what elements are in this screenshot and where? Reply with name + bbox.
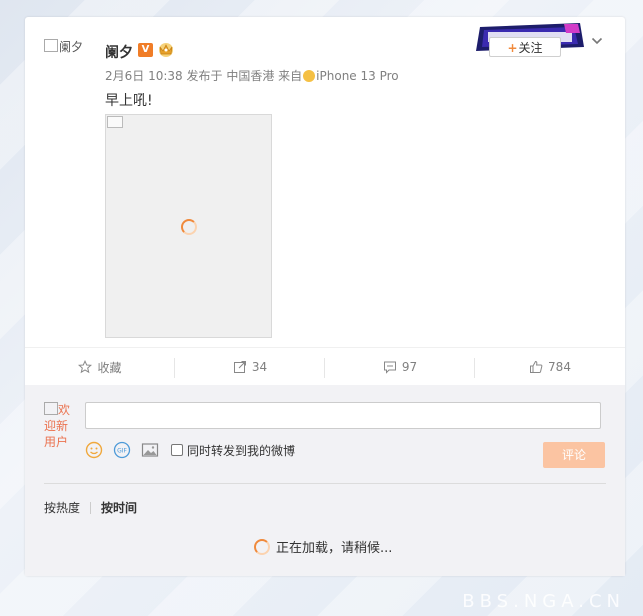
- star-icon: [78, 360, 93, 374]
- broken-image-icon: [44, 402, 58, 415]
- repost-icon: [233, 361, 246, 373]
- comment-section: 欢迎新用户 GIF 同时转发到我的微博 评论 按热度 按时间 正在加载，请稍候.…: [25, 385, 625, 576]
- favorite-label: 收藏: [97, 360, 122, 375]
- broken-image-icon: [107, 116, 123, 128]
- divider: [44, 483, 606, 484]
- like-button[interactable]: 784: [475, 348, 625, 386]
- post-source-device[interactable]: iPhone 13 Pro: [316, 69, 398, 83]
- sort-divider: [90, 501, 92, 514]
- like-count: 784: [548, 360, 571, 374]
- author-avatar-alt: 阑夕: [59, 40, 84, 54]
- favorite-button[interactable]: 收藏: [25, 348, 175, 386]
- emoji-icon: [303, 70, 316, 82]
- comment-sort: 按热度 按时间: [44, 499, 137, 516]
- author-name[interactable]: 阑夕: [105, 42, 133, 62]
- image-icon[interactable]: [141, 441, 159, 459]
- comment-tools: GIF 同时转发到我的微博: [85, 440, 295, 460]
- post-image[interactable]: [105, 114, 272, 338]
- repost-checkbox[interactable]: [171, 444, 183, 456]
- comment-input[interactable]: [85, 402, 601, 429]
- action-bar: 收藏 34 97 784: [25, 347, 625, 386]
- comment-button[interactable]: 97: [325, 348, 475, 386]
- submit-comment-button[interactable]: 评论: [543, 442, 605, 468]
- post-location: 发布于 中国香港: [186, 69, 275, 83]
- repost-button[interactable]: 34: [175, 348, 325, 386]
- verified-badge: V: [138, 43, 153, 57]
- emoji-icon[interactable]: [85, 441, 103, 459]
- post-source-prefix: 来自: [278, 69, 303, 83]
- repost-option[interactable]: 同时转发到我的微博: [171, 442, 295, 459]
- repost-option-label: 同时转发到我的微博: [187, 443, 296, 458]
- plus-icon: +: [507, 41, 518, 55]
- chevron-down-icon[interactable]: [591, 35, 603, 47]
- loading-spinner-icon: [181, 219, 197, 235]
- sort-by-time[interactable]: 按时间: [101, 499, 137, 516]
- crown-icon: [159, 43, 173, 57]
- like-icon: [530, 360, 543, 373]
- commenter-avatar: 欢迎新用户: [44, 402, 78, 450]
- author-avatar[interactable]: 阑夕: [44, 38, 88, 58]
- loading-text: 正在加载，请稍候...: [276, 541, 393, 556]
- weibo-card: 阑夕 阑夕 V 2月6日 10:38 发布于 中国香港 来自 iPhone 13 …: [25, 17, 625, 576]
- watermark: BBS.NGA.CN: [462, 591, 625, 612]
- post-date[interactable]: 2月6日 10:38: [105, 69, 183, 83]
- comment-icon: [383, 361, 396, 374]
- post-text: 早上吼!: [105, 93, 153, 109]
- loading-indicator: 正在加载，请稍候...: [254, 537, 392, 556]
- loading-spinner-icon: [254, 538, 270, 555]
- follow-label: 关注: [518, 41, 543, 55]
- follow-button[interactable]: +关注: [489, 37, 561, 57]
- comment-count: 97: [401, 360, 418, 374]
- svg-text:GIF: GIF: [117, 448, 127, 455]
- post-meta: 2月6日 10:38 发布于 中国香港 来自 iPhone 13 Pro: [105, 67, 399, 84]
- gif-icon[interactable]: GIF: [113, 441, 131, 459]
- repost-count: 34: [251, 360, 268, 374]
- broken-image-icon: [44, 39, 58, 52]
- sort-by-hot[interactable]: 按热度: [44, 499, 80, 516]
